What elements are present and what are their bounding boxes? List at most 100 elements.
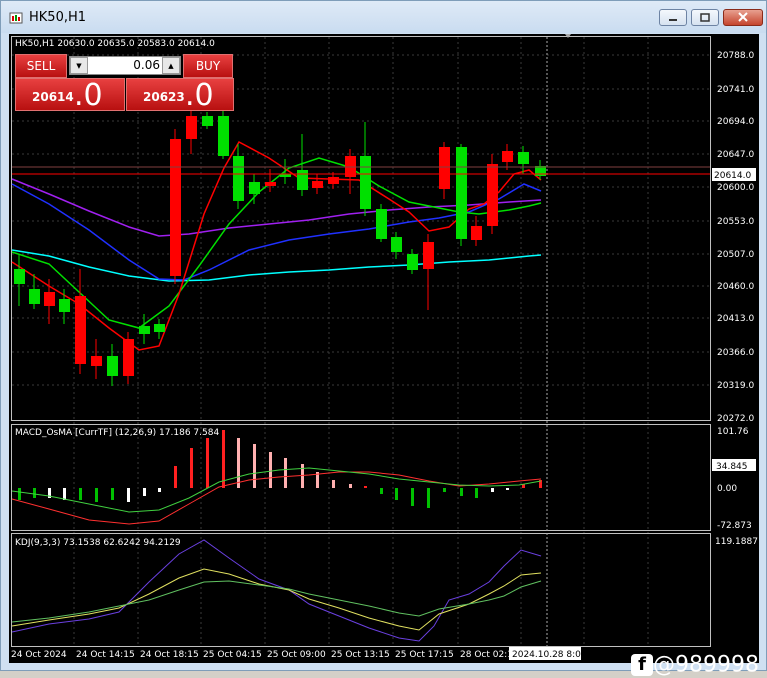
time-tick: 25 Oct 17:15 — [395, 650, 454, 660]
candle-body — [456, 147, 467, 239]
title-bar[interactable]: HK50,H1 — [1, 1, 766, 33]
current-price-label: 20614.0 — [714, 171, 751, 181]
chart-area[interactable]: 20788.0 20741.0 20694.0 20647.0 20600.0 20553… — [9, 34, 759, 678]
candle-body — [328, 177, 339, 184]
kdj-lines — [11, 539, 542, 642]
price-tick: 20507.0 — [717, 250, 754, 260]
macd-bar — [111, 488, 114, 500]
facebook-icon: f — [631, 654, 653, 676]
macd-bar — [460, 488, 463, 496]
price-tick: 20553.0 — [717, 217, 754, 227]
time-tick: 25 Oct 13:15 — [331, 650, 390, 660]
macd-tick-zero: 0.00 — [717, 484, 737, 494]
macd-bar — [506, 488, 509, 490]
candle-body — [91, 356, 102, 366]
lot-size-input[interactable]: ▼ 0.06 ▲ — [69, 56, 181, 75]
time-axis: 24 Oct 2024 24 Oct 14:15 24 Oct 18:15 25 Oc… — [11, 650, 513, 660]
candle-body — [360, 156, 371, 209]
price-tick: 20600.0 — [717, 183, 754, 193]
macd-bar — [253, 444, 256, 488]
close-button[interactable] — [723, 9, 763, 26]
macd-bar — [222, 430, 225, 488]
chart-canvas[interactable]: 20788.0 20741.0 20694.0 20647.0 20600.0 20553… — [9, 34, 759, 663]
candle-body — [14, 269, 25, 284]
price-tick: 20413.0 — [717, 314, 754, 324]
sell-price-button[interactable]: 20614 .0 — [15, 78, 125, 113]
lot-increase-icon[interactable]: ▲ — [162, 57, 180, 74]
time-tick: 24 Oct 14:15 — [76, 650, 135, 660]
price-scale: 20788.0 20741.0 20694.0 20647.0 20600.0 20553… — [717, 51, 754, 424]
candle-body — [423, 242, 434, 269]
macd-bar — [63, 488, 66, 500]
candle-body — [471, 226, 482, 240]
macd-bar — [174, 466, 177, 488]
candle-body — [107, 356, 118, 376]
chart-info: HK50,H1 20630.0 20635.0 20583.0 20614.0 — [15, 39, 215, 49]
macd-info: MACD_OsMA [CurrTF] (12,26,9) 17.186 7.58… — [15, 428, 219, 438]
sell-price-main: 20614 — [32, 90, 74, 104]
candle-body — [297, 170, 308, 190]
watermark-text: @989998 — [653, 652, 759, 678]
close-icon — [738, 12, 748, 22]
sell-button[interactable]: SELL — [15, 54, 67, 78]
macd-bar — [269, 452, 272, 488]
candles — [14, 104, 546, 386]
macd-bar — [237, 438, 240, 488]
buy-price-decimal: .0 — [185, 78, 214, 113]
watermark: f @989998 — [631, 652, 759, 678]
macd-bar — [395, 488, 398, 500]
candle-body — [154, 324, 165, 332]
macd-bar — [127, 488, 130, 502]
candle-body — [312, 181, 323, 188]
macd-bar — [18, 488, 21, 500]
time-cursor-label: 2024.10.28 8:00 — [512, 650, 587, 660]
macd-bar — [475, 488, 478, 498]
candle-body — [44, 292, 55, 306]
macd-bar — [33, 488, 36, 498]
candle-body — [170, 139, 181, 276]
candle-body — [502, 151, 513, 162]
time-tick: 24 Oct 18:15 — [140, 650, 199, 660]
price-tick: 20272.0 — [717, 414, 754, 424]
kdj-tick-top: 119.1887 — [715, 537, 758, 547]
candle-body — [376, 209, 387, 239]
price-tick: 20694.0 — [717, 117, 754, 127]
macd-bar — [332, 480, 335, 488]
lot-size-value[interactable]: 0.06 — [90, 58, 160, 72]
minimize-icon — [669, 19, 677, 21]
maximize-button[interactable] — [691, 9, 719, 26]
lot-decrease-icon[interactable]: ▼ — [70, 57, 88, 74]
buy-price-button[interactable]: 20623 .0 — [126, 78, 234, 113]
candle-body — [59, 299, 70, 312]
candle-body — [29, 289, 40, 304]
candle-body — [123, 339, 134, 376]
candle-body — [233, 156, 244, 201]
macd-tick-bottom: -72.873 — [717, 521, 752, 531]
macd-bar — [491, 488, 494, 492]
one-click-trading-panel: SELL ▼ 0.06 ▲ BUY 20614 .0 20623 .0 — [15, 54, 235, 113]
macd-bar — [190, 448, 193, 488]
buy-button[interactable]: BUY — [183, 54, 233, 78]
candle-body — [265, 182, 276, 186]
macd-bar — [79, 488, 82, 500]
macd-bar — [411, 488, 414, 506]
price-tick: 20460.0 — [717, 282, 754, 292]
macd-bar — [143, 488, 146, 496]
macd-bar — [380, 488, 383, 494]
macd-signal-line — [11, 471, 542, 525]
chart-window: HK50,H1 20788.0 20741.0 20694.0 20647.0 … — [0, 0, 767, 678]
macd-bar — [284, 458, 287, 488]
time-tick: 28 Oct 02:1 — [460, 650, 513, 660]
macd-histogram — [18, 430, 542, 508]
minimize-button[interactable] — [659, 9, 687, 26]
macd-bar — [427, 488, 430, 508]
macd-tick-top: 101.76 — [717, 427, 749, 437]
candle-body — [487, 164, 498, 226]
candle-body — [391, 237, 402, 252]
restore-icon — [700, 13, 710, 22]
candle-body — [218, 116, 229, 156]
macd-bar — [206, 438, 209, 488]
macd-tick-value: 34.845 — [716, 462, 748, 472]
sell-price-decimal: .0 — [74, 78, 103, 113]
macd-bar — [443, 488, 446, 492]
